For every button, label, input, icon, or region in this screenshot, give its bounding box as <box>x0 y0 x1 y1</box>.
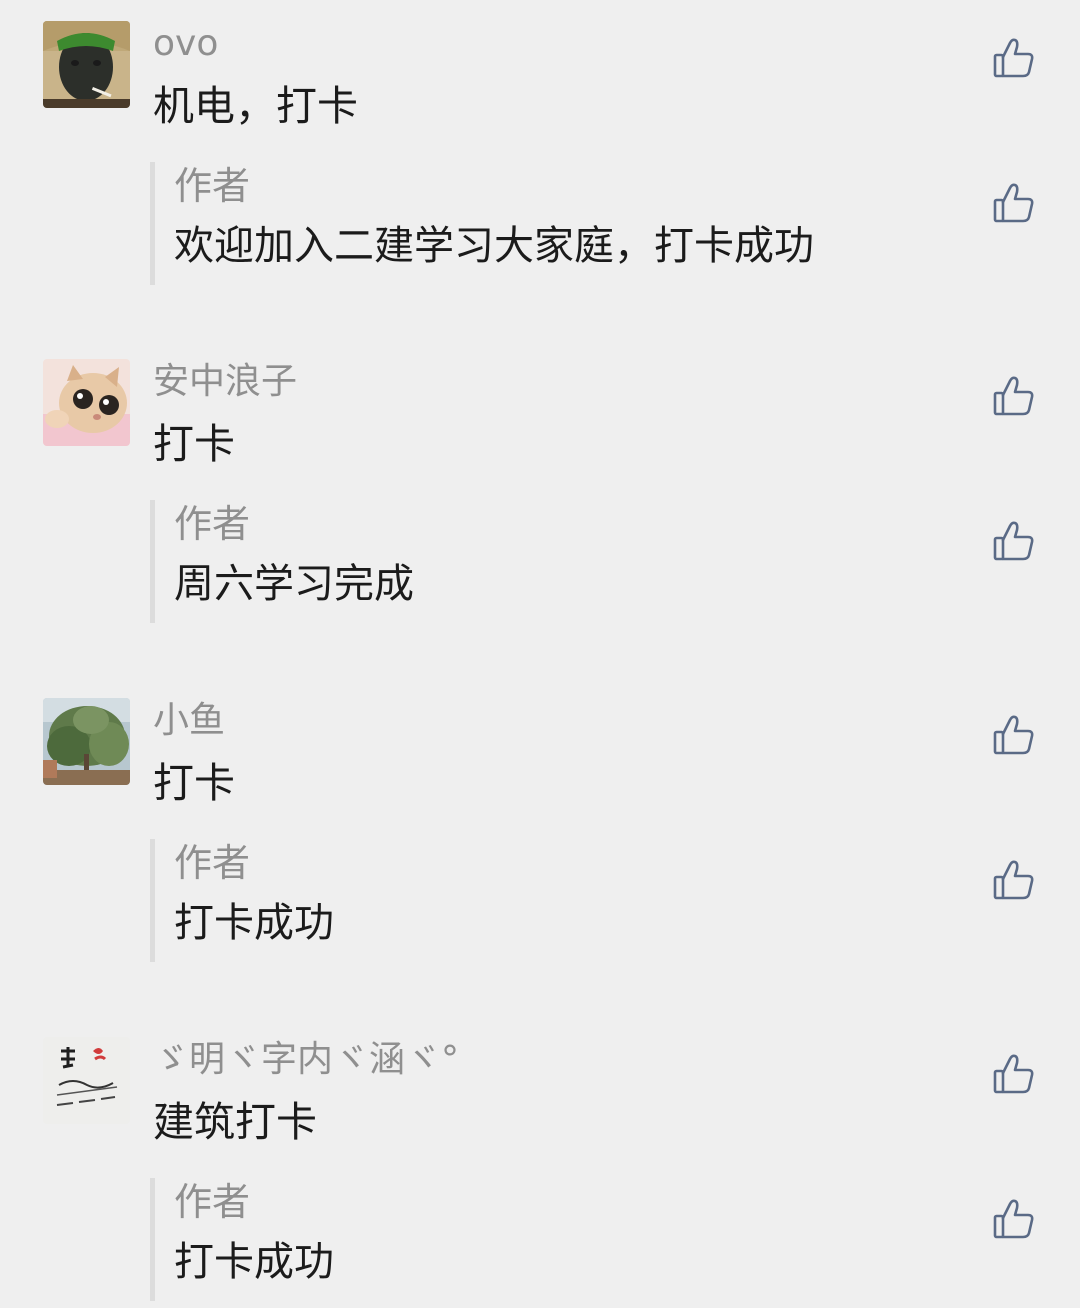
thumbs-up-icon[interactable] <box>993 520 1035 562</box>
comment-item: ovo 机电，打卡 作者 欢迎加入二建学习大家庭，打卡成功 <box>0 21 1080 341</box>
author-reply: 作者 周六学习完成 <box>150 500 915 623</box>
reply-author-label: 作者 <box>174 841 251 885</box>
reply-text: 打卡成功 <box>174 1239 334 1285</box>
comment-item: 安中浪子 打卡 作者 周六学习完成 <box>0 359 1080 679</box>
avatar[interactable] <box>43 21 130 108</box>
avatar-tree-icon <box>43 698 130 785</box>
reply-author-label: 作者 <box>174 164 251 208</box>
comment-nickname: ovo <box>153 23 219 64</box>
avatar[interactable] <box>43 1037 130 1124</box>
comment-item: 小鱼 打卡 作者 打卡成功 <box>0 698 1080 1018</box>
thumbs-up-icon[interactable] <box>993 859 1035 901</box>
comment-nickname: 安中浪子 <box>153 361 298 402</box>
comment-nickname: 小鱼 <box>153 700 226 741</box>
avatar[interactable] <box>43 359 130 446</box>
avatar[interactable] <box>43 698 130 785</box>
thumbs-up-icon[interactable] <box>993 714 1035 756</box>
author-reply: 作者 欢迎加入二建学习大家庭，打卡成功 <box>150 162 915 285</box>
reply-author-label: 作者 <box>174 1180 251 1224</box>
reply-text: 周六学习完成 <box>174 561 414 607</box>
comment-item: ゞ明ヾ字内ヾ涵ヾ° 建筑打卡 作者 打卡成功 <box>0 1037 1080 1308</box>
avatar-cat-icon <box>43 359 130 446</box>
reply-text: 欢迎加入二建学习大家庭，打卡成功 <box>174 223 814 269</box>
reply-text: 打卡成功 <box>174 900 334 946</box>
thumbs-up-icon[interactable] <box>993 182 1035 224</box>
comment-text: 机电，打卡 <box>153 82 358 130</box>
thumbs-up-icon[interactable] <box>993 1053 1035 1095</box>
thumbs-up-icon[interactable] <box>993 1198 1035 1240</box>
comment-text: 打卡 <box>153 759 235 807</box>
author-reply: 作者 打卡成功 <box>150 839 915 962</box>
author-reply: 作者 打卡成功 <box>150 1178 915 1301</box>
comment-nickname: ゞ明ヾ字内ヾ涵ヾ° <box>153 1039 460 1080</box>
avatar-calligraphy-icon <box>43 1037 130 1124</box>
thumbs-up-icon[interactable] <box>993 375 1035 417</box>
reply-author-label: 作者 <box>174 502 251 546</box>
avatar-man-portrait-icon <box>43 21 130 108</box>
comment-list: ovo 机电，打卡 作者 欢迎加入二建学习大家庭，打卡成功 安中浪子 打卡 作者… <box>0 0 1080 1308</box>
thumbs-up-icon[interactable] <box>993 37 1035 79</box>
comment-text: 打卡 <box>153 420 235 468</box>
comment-text: 建筑打卡 <box>153 1098 317 1146</box>
